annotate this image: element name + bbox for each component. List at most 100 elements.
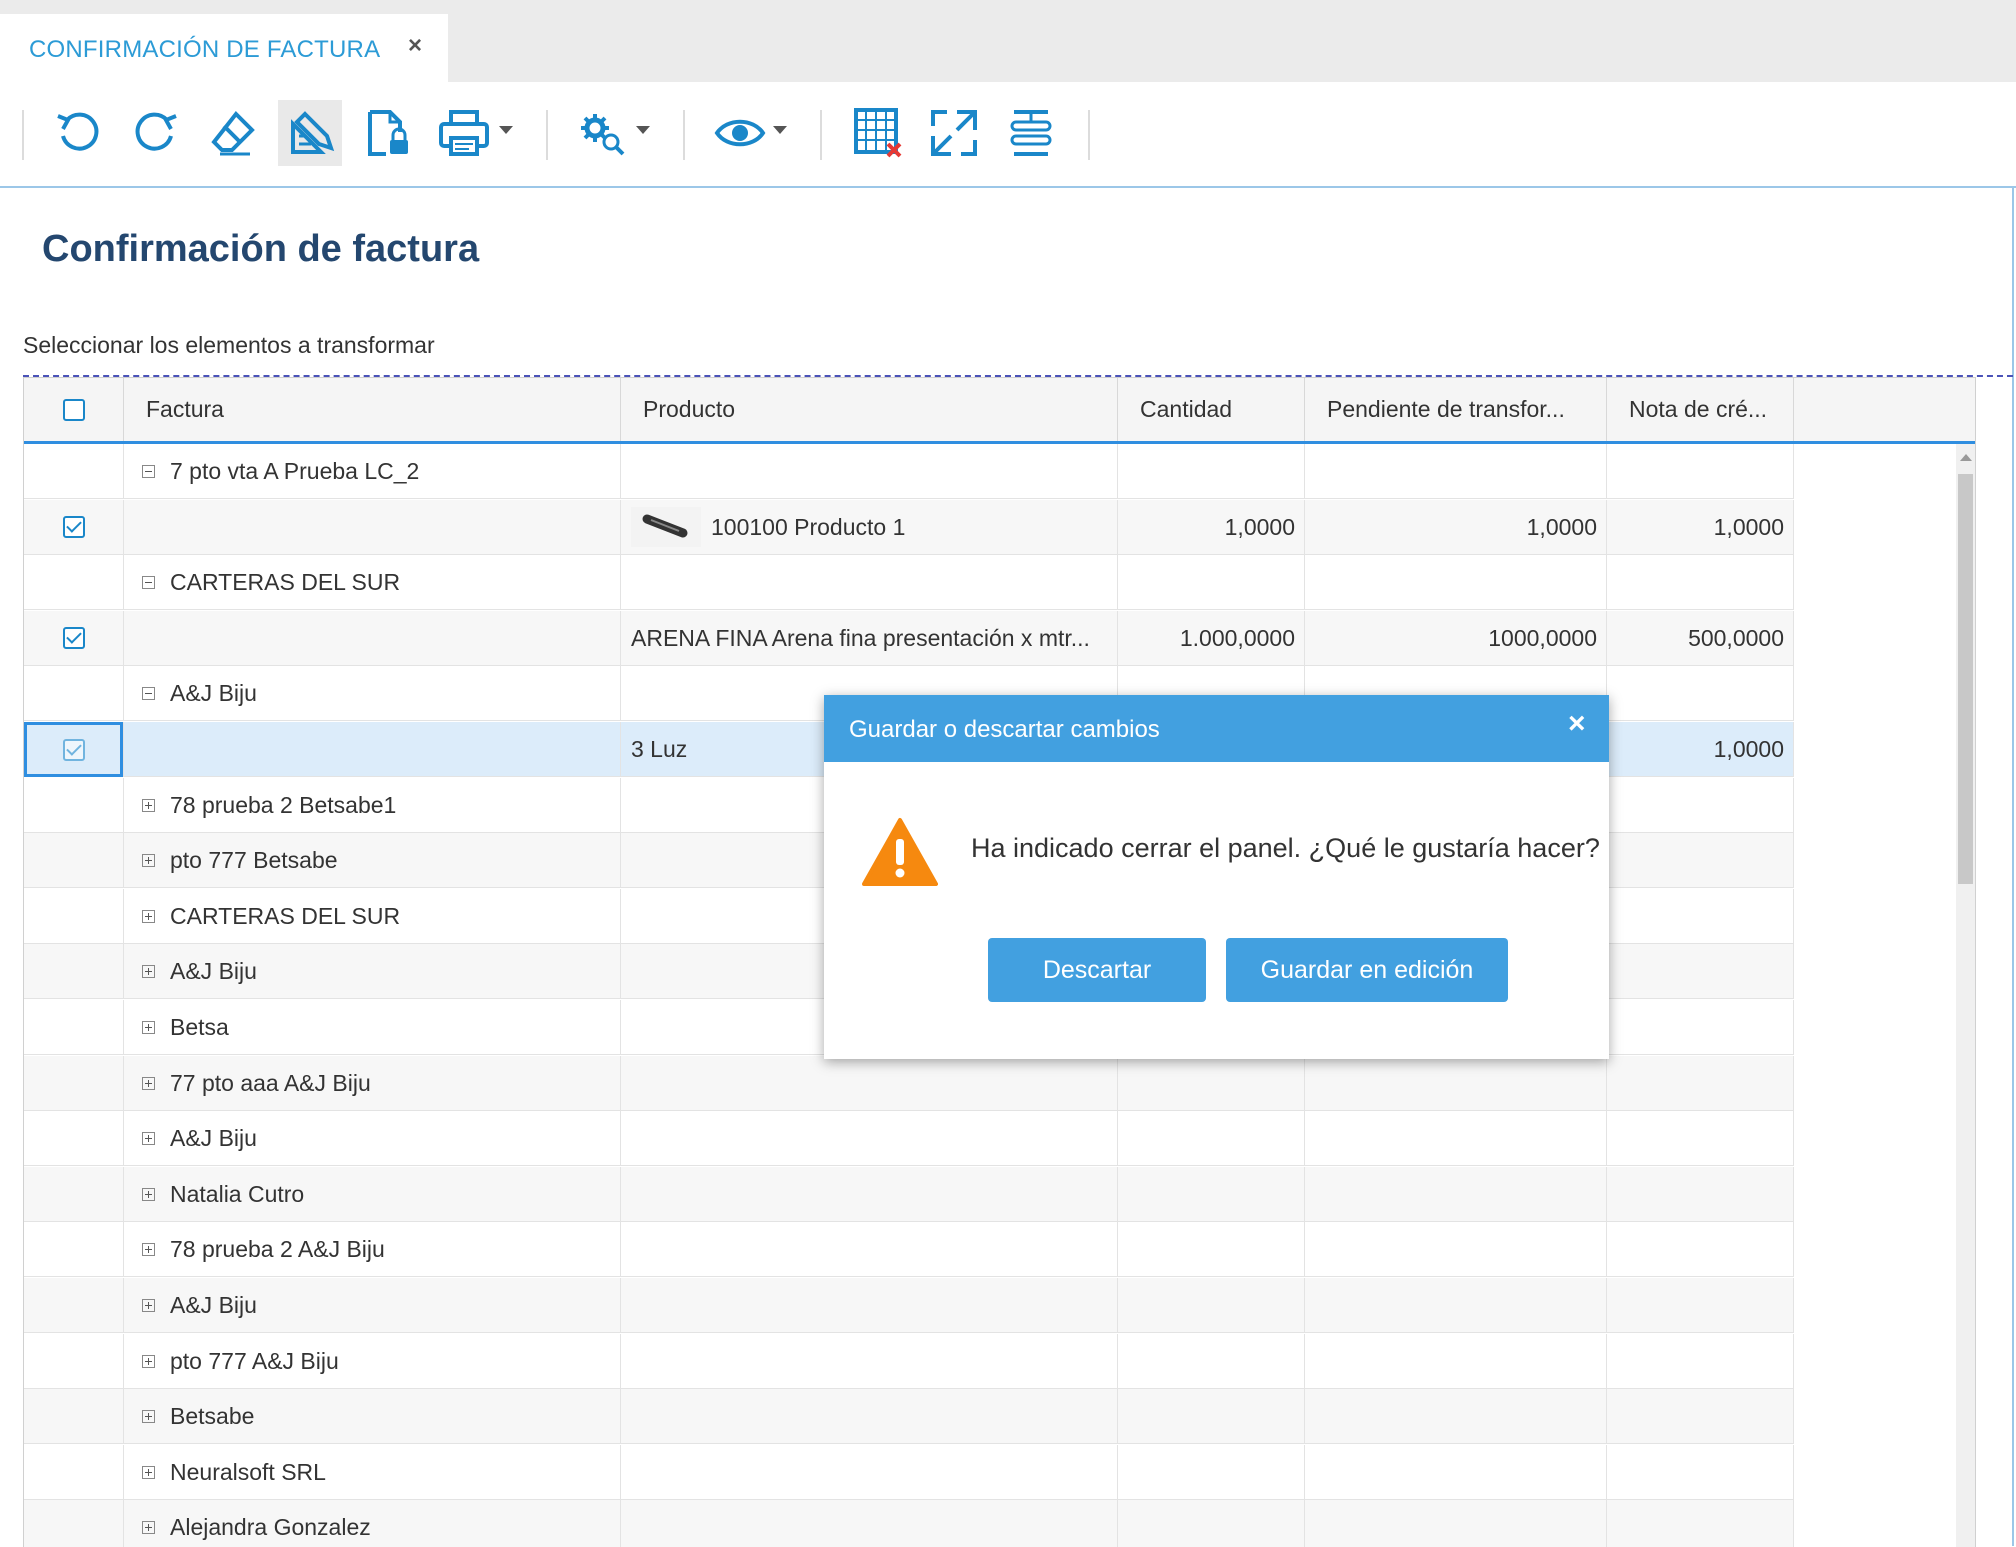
dialog-message: Ha indicado cerrar el panel. ¿Qué le gus… — [971, 833, 1600, 863]
nota-cell — [1607, 1444, 1794, 1500]
checkbox-cell — [24, 833, 124, 889]
checkbox-cell — [24, 1000, 124, 1055]
vertical-scrollbar[interactable] — [1956, 444, 1975, 1547]
checkbox-cell — [24, 888, 124, 944]
document-lock-icon[interactable] — [355, 100, 419, 166]
undo-icon[interactable] — [46, 100, 110, 166]
nota-cell — [1607, 833, 1794, 889]
collapse-icon[interactable] — [142, 687, 155, 701]
grid-delete-icon[interactable] — [845, 100, 909, 166]
edit-ruler-icon[interactable] — [278, 100, 342, 166]
expand-row-icon[interactable] — [142, 965, 155, 979]
expand-row-icon[interactable] — [142, 854, 155, 868]
expand-row-icon[interactable] — [142, 1076, 155, 1090]
expand-row-icon[interactable] — [142, 1354, 155, 1368]
pendiente-cell — [1305, 555, 1607, 611]
scrollbar-thumb[interactable] — [1958, 474, 1973, 884]
header-factura[interactable]: Factura — [124, 378, 621, 441]
expand-row-icon[interactable] — [142, 1021, 155, 1034]
group-row[interactable]: 78 prueba 2 A&J Biju — [24, 1222, 1794, 1278]
item-row[interactable]: 100100 Producto 1 1,0000 1,0000 1,0000 — [24, 499, 1794, 555]
toolbar-separator — [820, 110, 822, 160]
group-row[interactable]: Neuralsoft SRL — [24, 1444, 1794, 1500]
checkbox-cell — [24, 1166, 124, 1222]
group-row[interactable]: A&J Biju — [24, 1278, 1794, 1333]
factura-cell: A&J Biju — [124, 1278, 621, 1333]
redo-icon[interactable] — [124, 100, 188, 166]
checkbox-cell — [24, 944, 124, 1000]
select-all-checkbox[interactable] — [62, 398, 85, 421]
pendiente-cell — [1305, 1500, 1607, 1547]
factura-label: Alejandra Gonzalez — [170, 1514, 371, 1541]
nota-cell: 1,0000 — [1607, 722, 1794, 777]
collapse-icon[interactable] — [142, 576, 155, 590]
factura-cell — [124, 499, 621, 555]
expand-icon[interactable] — [922, 100, 986, 166]
settings-search-icon[interactable] — [570, 100, 634, 166]
factura-label: pto 777 A&J Biju — [170, 1347, 339, 1374]
expand-row-icon[interactable] — [142, 1243, 155, 1257]
group-row[interactable]: A&J Biju — [24, 1111, 1794, 1167]
group-row[interactable]: CARTERAS DEL SUR — [24, 555, 1794, 611]
dialog-close-icon[interactable]: × — [1568, 707, 1586, 741]
factura-label: Natalia Cutro — [170, 1180, 305, 1207]
nota-cell — [1607, 1500, 1794, 1547]
print-icon[interactable] — [432, 100, 496, 166]
factura-label: 77 pto aaa A&J Biju — [170, 1069, 371, 1096]
expand-row-icon[interactable] — [142, 1187, 155, 1201]
factura-cell: Natalia Cutro — [124, 1166, 621, 1222]
toolbar-separator — [1088, 110, 1090, 160]
row-checkbox[interactable] — [62, 516, 85, 539]
toolbar-separator — [546, 110, 548, 160]
view-dropdown-icon[interactable] — [773, 126, 787, 134]
cantidad-cell — [1118, 1444, 1305, 1500]
product-image-icon — [631, 507, 701, 548]
view-eye-icon[interactable] — [708, 100, 772, 166]
group-row[interactable]: pto 777 A&J Biju — [24, 1333, 1794, 1389]
header-producto[interactable]: Producto — [621, 378, 1118, 441]
checkbox-cell — [24, 1055, 124, 1111]
tab-confirmacion-factura[interactable]: CONFIRMACIÓN DE FACTURA × — [0, 14, 448, 82]
factura-cell — [124, 722, 621, 777]
eraser-icon[interactable] — [201, 100, 265, 166]
producto-cell — [621, 1333, 1118, 1389]
nota-cell — [1607, 666, 1794, 722]
print-dropdown-icon[interactable] — [499, 126, 513, 134]
factura-label: 7 pto vta A Prueba LC_2 — [170, 458, 420, 484]
expand-row-icon[interactable] — [142, 1132, 155, 1146]
group-row[interactable]: Betsabe — [24, 1389, 1794, 1445]
save-in-edit-button[interactable]: Guardar en edición — [1226, 938, 1508, 1002]
producto-label: 3 Luz — [631, 736, 688, 762]
checkbox-cell — [24, 555, 124, 611]
select-all-cell — [24, 378, 124, 441]
group-row[interactable]: 77 pto aaa A&J Biju — [24, 1055, 1794, 1111]
tab-close-icon[interactable]: × — [408, 32, 422, 60]
discard-button[interactable]: Descartar — [988, 938, 1206, 1002]
expand-row-icon[interactable] — [142, 1465, 155, 1479]
row-checkbox-wrap — [24, 500, 123, 555]
expand-row-icon[interactable] — [142, 1410, 155, 1424]
cantidad-cell — [1118, 1333, 1305, 1389]
scroll-up-icon[interactable] — [1960, 454, 1972, 461]
expand-row-icon[interactable] — [142, 909, 155, 923]
expand-row-icon[interactable] — [142, 1521, 155, 1535]
settings-dropdown-icon[interactable] — [636, 126, 650, 134]
collapse-icon[interactable] — [142, 465, 155, 478]
expand-row-icon[interactable] — [142, 1299, 155, 1312]
row-checkbox[interactable] — [62, 627, 85, 650]
nota-cell — [1607, 555, 1794, 611]
factura-cell: Betsa — [124, 1000, 621, 1055]
header-pendiente[interactable]: Pendiente de transfor... — [1305, 378, 1607, 441]
collapse-rows-icon[interactable] — [999, 100, 1063, 166]
group-row[interactable]: 7 pto vta A Prueba LC_2 — [24, 444, 1794, 499]
group-row[interactable]: Natalia Cutro — [24, 1166, 1794, 1222]
item-row[interactable]: ARENA FINA Arena fina presentación x mtr… — [24, 610, 1794, 666]
expand-row-icon[interactable] — [142, 798, 155, 812]
header-cantidad[interactable]: Cantidad — [1118, 378, 1305, 441]
row-checkbox[interactable] — [62, 738, 85, 761]
group-row[interactable]: Alejandra Gonzalez — [24, 1500, 1794, 1547]
factura-cell: A&J Biju — [124, 944, 621, 1000]
factura-cell: 78 prueba 2 Betsabe1 — [124, 777, 621, 833]
header-nota-credito[interactable]: Nota de cré... — [1607, 378, 1794, 441]
factura-cell: Alejandra Gonzalez — [124, 1500, 621, 1547]
